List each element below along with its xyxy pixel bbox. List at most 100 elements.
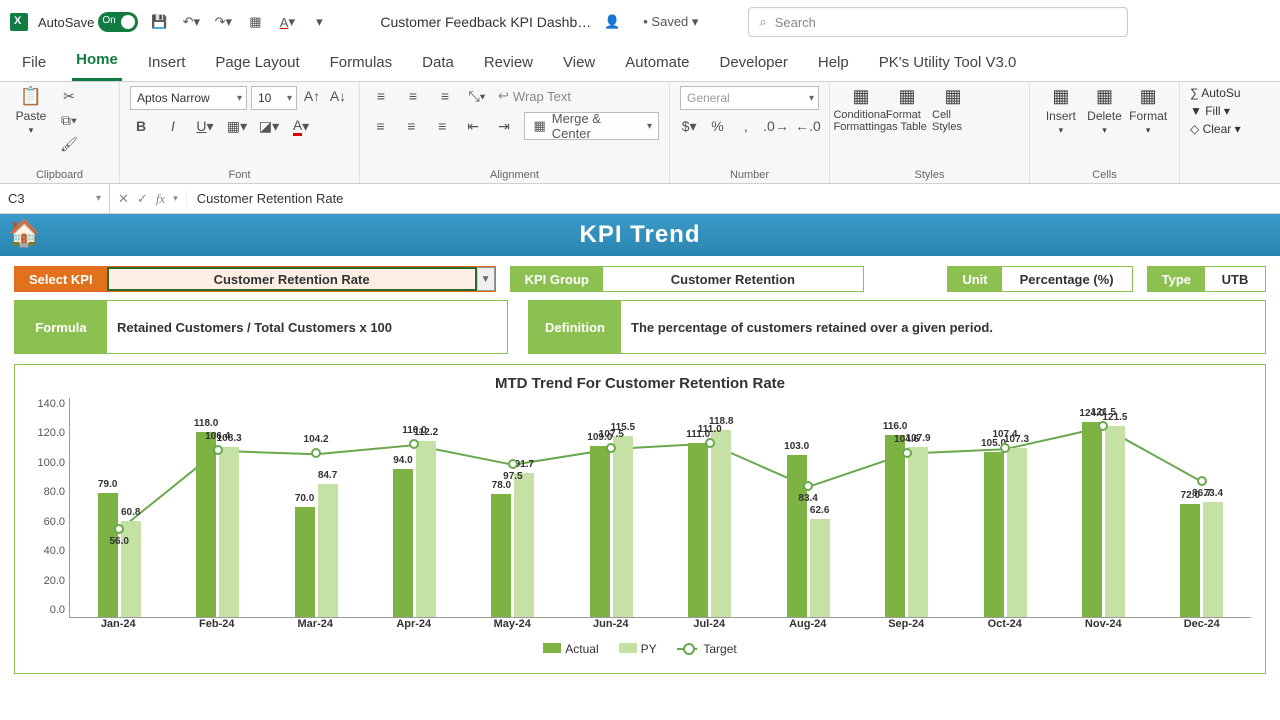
tab-help[interactable]: Help: [814, 46, 853, 81]
clipboard-icon: 📋: [20, 86, 42, 107]
tab-data[interactable]: Data: [418, 46, 458, 81]
tab-view[interactable]: View: [559, 46, 599, 81]
font-color-qat-icon[interactable]: A▾: [276, 11, 298, 33]
chart-column: 72.073.4: [1153, 398, 1251, 617]
dashboard-title: KPI Trend: [579, 221, 700, 249]
search-input[interactable]: ⌕ Search: [748, 7, 1128, 37]
fx-icon[interactable]: fx: [156, 191, 165, 207]
borders-qat-icon[interactable]: ▦: [244, 11, 266, 33]
comma-icon[interactable]: ,: [737, 116, 755, 136]
wrap-text-button[interactable]: ↩Wrap Text: [498, 88, 571, 104]
tab-file[interactable]: File: [18, 46, 50, 81]
tab-review[interactable]: Review: [480, 46, 537, 81]
definition-value: The percentage of customers retained ove…: [621, 301, 1265, 353]
increase-decimal-icon[interactable]: .0→: [765, 116, 787, 136]
autosum-button[interactable]: ∑ AutoSu: [1190, 86, 1241, 100]
document-title: Customer Feedback KPI Dashb…: [380, 14, 591, 30]
align-middle-icon[interactable]: ≡: [402, 86, 424, 106]
tab-page-layout[interactable]: Page Layout: [211, 46, 303, 81]
target-point: [508, 459, 518, 469]
share-icon[interactable]: 👤: [601, 11, 623, 33]
kpi-info-row: Formula Retained Customers / Total Custo…: [0, 296, 1280, 362]
undo-icon[interactable]: ↶▾: [180, 11, 202, 33]
wrap-icon: ↩: [498, 88, 509, 104]
target-label: 111.0: [698, 424, 722, 435]
italic-button[interactable]: I: [162, 116, 184, 136]
select-kpi-value[interactable]: Customer Retention Rate: [107, 267, 477, 291]
target-label: 97.5: [503, 471, 522, 482]
legend-target: Target: [677, 642, 737, 656]
increase-indent-icon[interactable]: ⇥: [494, 116, 515, 136]
insert-cells-button[interactable]: ▦Insert▾: [1040, 86, 1082, 136]
enter-formula-icon[interactable]: ✓: [137, 191, 148, 207]
tab-home[interactable]: Home: [72, 43, 122, 81]
grow-font-icon[interactable]: A↑: [301, 86, 323, 106]
underline-button[interactable]: U▾: [194, 116, 216, 136]
clear-button[interactable]: ◇ Clear ▾: [1190, 122, 1241, 136]
number-format-combo[interactable]: General: [680, 86, 819, 110]
save-icon[interactable]: 💾: [148, 11, 170, 33]
decrease-indent-icon[interactable]: ⇤: [463, 116, 484, 136]
paste-button[interactable]: 📋Paste▾: [10, 86, 52, 136]
formula-label: Formula: [15, 301, 107, 353]
target-point: [902, 448, 912, 458]
target-point: [213, 445, 223, 455]
bold-button[interactable]: B: [130, 116, 152, 136]
shrink-font-icon[interactable]: A↓: [327, 86, 349, 106]
delete-cells-button[interactable]: ▦Delete▾: [1084, 86, 1126, 136]
target-label: 86.7: [1192, 488, 1211, 499]
fill-button[interactable]: ▼ Fill ▾: [1190, 104, 1230, 118]
unit-value: Percentage (%): [1002, 267, 1132, 291]
chart-title: MTD Trend For Customer Retention Rate: [29, 375, 1251, 392]
select-kpi-label: Select KPI: [15, 267, 107, 291]
conditional-formatting-button[interactable]: ▦Conditional Formatting: [840, 86, 882, 133]
toggle-switch-icon[interactable]: On: [98, 12, 138, 32]
tab-automate[interactable]: Automate: [621, 46, 693, 81]
font-name-combo[interactable]: Aptos Narrow: [130, 86, 247, 110]
orientation-icon[interactable]: ⤡▾: [466, 86, 488, 106]
decrease-decimal-icon[interactable]: ←.0: [797, 116, 819, 136]
home-icon[interactable]: 🏠: [8, 218, 41, 249]
copy-icon[interactable]: ⧉▾: [58, 110, 80, 130]
chart-y-axis: 140.0120.0100.080.060.040.020.00.0: [29, 398, 69, 618]
cell-styles-button[interactable]: ▦Cell Styles: [932, 86, 974, 133]
ribbon-tabs: File Home Insert Page Layout Formulas Data Rev…: [0, 44, 1280, 82]
currency-icon[interactable]: $▾: [680, 116, 698, 136]
tab-developer[interactable]: Developer: [715, 46, 791, 81]
percent-icon[interactable]: %: [708, 116, 726, 136]
merge-center-button[interactable]: ▦Merge & Center: [524, 112, 659, 140]
formula-value: Retained Customers / Total Customers x 1…: [107, 301, 507, 353]
target-point: [803, 481, 813, 491]
formula-input[interactable]: Customer Retention Rate: [187, 191, 1280, 206]
border-button[interactable]: ▦▾: [226, 116, 248, 136]
name-box[interactable]: C3: [0, 184, 110, 213]
format-cells-button[interactable]: ▦Format▾: [1127, 86, 1169, 136]
qat-more-icon[interactable]: ▾: [308, 11, 330, 33]
save-status[interactable]: • Saved ▾: [643, 14, 698, 30]
align-right-icon[interactable]: ≡: [432, 116, 453, 136]
align-top-icon[interactable]: ≡: [370, 86, 392, 106]
redo-icon[interactable]: ↷▾: [212, 11, 234, 33]
dropdown-icon[interactable]: ▼: [477, 267, 495, 291]
format-painter-icon[interactable]: 🖌: [58, 134, 80, 154]
align-bottom-icon[interactable]: ≡: [434, 86, 456, 106]
cancel-formula-icon[interactable]: ✕: [118, 191, 129, 207]
tab-formulas[interactable]: Formulas: [326, 46, 397, 81]
cond-format-icon: ▦: [852, 86, 869, 107]
chart-column: 78.091.7: [464, 398, 562, 617]
tab-insert[interactable]: Insert: [144, 46, 190, 81]
align-center-icon[interactable]: ≡: [401, 116, 422, 136]
cut-icon[interactable]: ✂: [58, 86, 80, 106]
tab-pk-s-utility-tool-v3-0[interactable]: PK's Utility Tool V3.0: [875, 46, 1021, 81]
target-point: [705, 438, 715, 448]
font-color-button[interactable]: A▾: [290, 116, 312, 136]
target-point: [311, 448, 321, 458]
kpi-group-value: Customer Retention: [603, 267, 863, 291]
format-as-table-button[interactable]: ▦Format as Table: [886, 86, 928, 133]
font-size-combo[interactable]: 10: [251, 86, 297, 110]
fill-color-button[interactable]: ◪▾: [258, 116, 280, 136]
autosave-toggle[interactable]: AutoSave On: [38, 12, 138, 32]
autosave-label: AutoSave: [38, 15, 94, 30]
align-left-icon[interactable]: ≡: [370, 116, 391, 136]
target-label: 104.6: [894, 434, 919, 445]
